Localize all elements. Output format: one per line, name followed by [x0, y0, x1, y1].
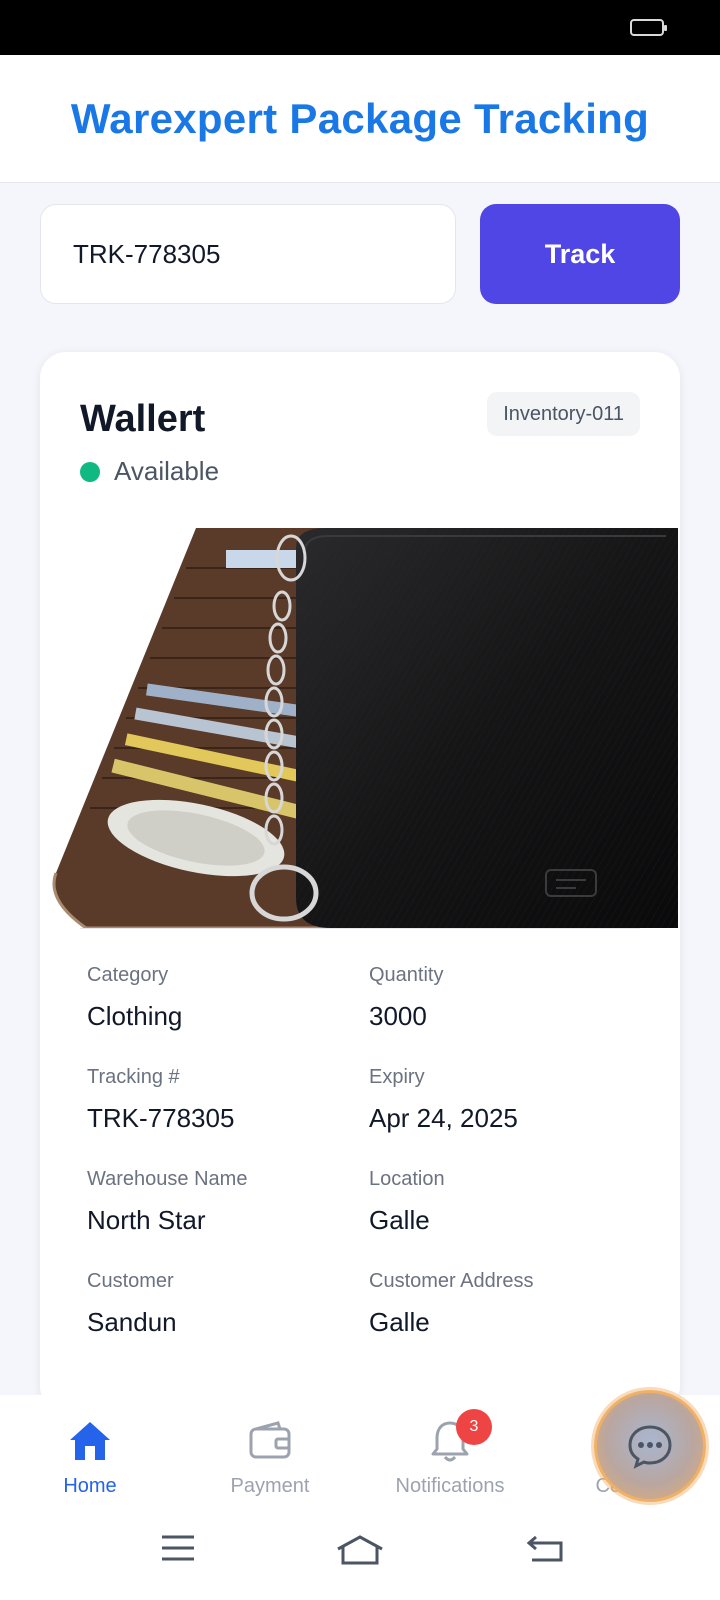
- chat-bubble-icon: [628, 1425, 672, 1469]
- item-name: Wallert: [80, 398, 206, 440]
- detail-label: Category: [87, 964, 169, 986]
- detail-label: Location: [369, 1168, 445, 1190]
- status-dot: [80, 461, 100, 482]
- detail-label: Tracking #: [87, 1066, 180, 1088]
- tracking-number-input[interactable]: [40, 204, 456, 304]
- home-button-icon[interactable]: [334, 1533, 386, 1567]
- detail-location: Location Galle: [369, 1168, 445, 1236]
- home-icon: [66, 1417, 114, 1465]
- chat-fab-button[interactable]: [594, 1390, 706, 1502]
- system-nav-bar: [0, 1505, 720, 1600]
- detail-expiry: Expiry Apr 24, 2025: [369, 1066, 518, 1134]
- app-header: Warexpert Package Tracking: [0, 55, 720, 183]
- detail-value: Apr 24, 2025: [369, 1103, 518, 1133]
- detail-value: TRK-778305: [87, 1103, 235, 1133]
- page-title: Warexpert Package Tracking: [70, 94, 650, 142]
- detail-label: Expiry: [369, 1066, 425, 1088]
- product-image: [46, 528, 678, 928]
- detail-label: Customer Address: [369, 1270, 534, 1292]
- detail-value: Galle: [369, 1307, 430, 1337]
- nav-item-notifications[interactable]: 3 Notifications: [360, 1395, 540, 1505]
- detail-value: Galle: [369, 1205, 430, 1235]
- detail-label: Customer: [87, 1270, 174, 1292]
- detail-category: Category Clothing: [87, 964, 182, 1032]
- nav-label: Home: [63, 1475, 117, 1497]
- detail-value: 3000: [369, 1001, 427, 1031]
- image-divider: [80, 928, 640, 929]
- item-card: Wallert Inventory-011 Available Category…: [40, 352, 680, 1412]
- detail-customer-address: Customer Address Galle: [369, 1270, 534, 1338]
- detail-customer: Customer Sandun: [87, 1270, 177, 1338]
- status-bar: [0, 0, 720, 55]
- track-button[interactable]: Track: [480, 204, 680, 304]
- detail-value: North Star: [87, 1205, 206, 1235]
- inventory-badge: Inventory-011: [487, 392, 640, 436]
- nav-label: Notifications: [395, 1475, 505, 1497]
- nav-item-payment[interactable]: Payment: [180, 1395, 360, 1505]
- detail-tracking-number: Tracking # TRK-778305: [87, 1066, 234, 1134]
- status-text: Available: [114, 456, 220, 486]
- back-icon[interactable]: [526, 1533, 566, 1563]
- menu-icon[interactable]: [160, 1533, 196, 1563]
- detail-label: Warehouse Name: [87, 1168, 248, 1190]
- battery-icon: [630, 19, 667, 36]
- detail-label: Quantity: [369, 964, 444, 986]
- nav-label: Payment: [230, 1475, 310, 1497]
- detail-quantity: Quantity 3000: [369, 964, 443, 1032]
- wallet-icon: [246, 1417, 294, 1465]
- detail-value: Clothing: [87, 1001, 183, 1031]
- detail-value: Sandun: [87, 1307, 177, 1337]
- bell-icon: 3: [426, 1409, 492, 1465]
- notification-badge: 3: [456, 1409, 492, 1445]
- detail-warehouse-name: Warehouse Name North Star: [87, 1168, 247, 1236]
- status-row: Available: [80, 456, 219, 487]
- nav-item-home[interactable]: Home: [0, 1395, 180, 1505]
